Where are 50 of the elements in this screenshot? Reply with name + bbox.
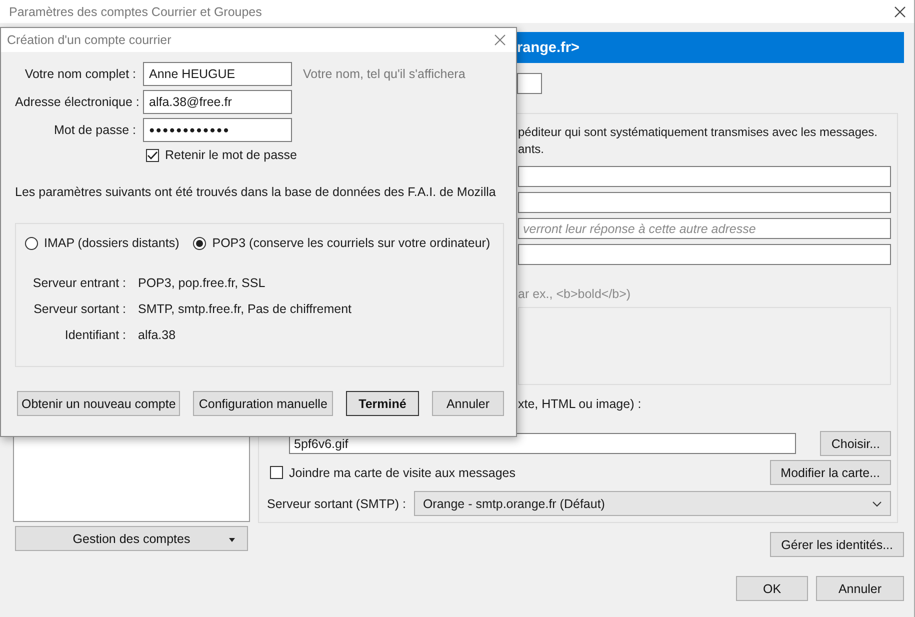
checkmark-icon [147,150,158,160]
input-field[interactable] [518,166,891,187]
dialog-button[interactable]: Annuler [432,391,504,416]
info-label: Identifiant : [64,328,126,342]
html-hint: ar ex., <b>bold</b>) [518,287,632,301]
close-icon[interactable] [894,6,906,18]
cancel-button[interactable]: Annuler [816,576,904,601]
field-label: Votre nom complet : [24,67,136,81]
input-field[interactable] [518,192,891,213]
radio-label[interactable]: IMAP (dossiers distants) [44,236,180,250]
account-header: range.fr> [517,32,904,63]
manage-accounts-button[interactable]: Gestion des comptes [15,526,248,551]
signature-file-field[interactable]: 5pf6v6.gif [289,433,796,454]
password-field[interactable]: ●●●●●●●●●●●● [143,118,292,142]
reply-to-field[interactable]: verront leur réponse à cette autre adresse [518,218,891,239]
dialog-button[interactable]: Obtenir un nouveau compte [17,391,180,416]
signature-file-label: xte, HTML ou image) : [518,397,642,411]
close-icon[interactable] [494,34,506,46]
field-label: Mot de passe : [53,123,136,137]
info-label: Serveur sortant : [32,302,126,316]
notice-text: Les paramètres suivants ont été trouvés dans la base de données des F.A.I. de Mozilla [15,185,497,199]
caret-icon [229,538,235,542]
chevron-icon [872,500,882,506]
smtp-dropdown[interactable]: Orange - smtp.orange.fr (Défaut) [414,491,891,516]
input-field[interactable] [517,73,542,94]
dialog-button[interactable]: Terminé [346,391,419,416]
description-text: péditeur qui sont systématiquement transmises avec les messages. [518,124,879,141]
input-field[interactable] [518,244,891,265]
choose-button[interactable]: Choisir... [820,431,891,456]
ok-button[interactable]: OK [736,576,808,601]
manage-identities-button[interactable]: Gérer les identités... [770,532,904,557]
radio-button[interactable] [25,236,38,250]
info-value: POP3, pop.free.fr, SSL [138,276,266,290]
input-field[interactable]: Anne HEUGUE [143,62,292,86]
field-label: Adresse électronique : [15,95,136,109]
description-text: ants. [518,141,546,158]
dialog-title: Création d'un compte courrier [7,33,172,47]
smtp-label: Serveur sortant (SMTP) : [267,496,406,510]
field-hint: Votre nom, tel qu'il s'affichera [303,67,466,81]
info-value: SMTP, smtp.free.fr, Pas de chiffrement [138,302,353,316]
input-field[interactable]: alfa.38@free.fr [143,90,292,114]
remember-password-checkbox[interactable]: Retenir le mot de passe [146,148,504,162]
info-label: Serveur entrant : [32,276,126,290]
vcard-checkbox[interactable]: Joindre ma carte de visite aux messages [270,466,516,480]
edit-card-button[interactable]: Modifier la carte... [770,460,891,485]
dialog-button[interactable]: Configuration manuelle [193,391,333,416]
radio-label[interactable]: POP3 (conserve les courriels sur votre ordinateur) [212,236,490,250]
window-title: Paramètres des comptes Courrier et Groupes [9,4,262,18]
info-value: alfa.38 [138,328,177,342]
radio-button[interactable] [193,236,206,250]
